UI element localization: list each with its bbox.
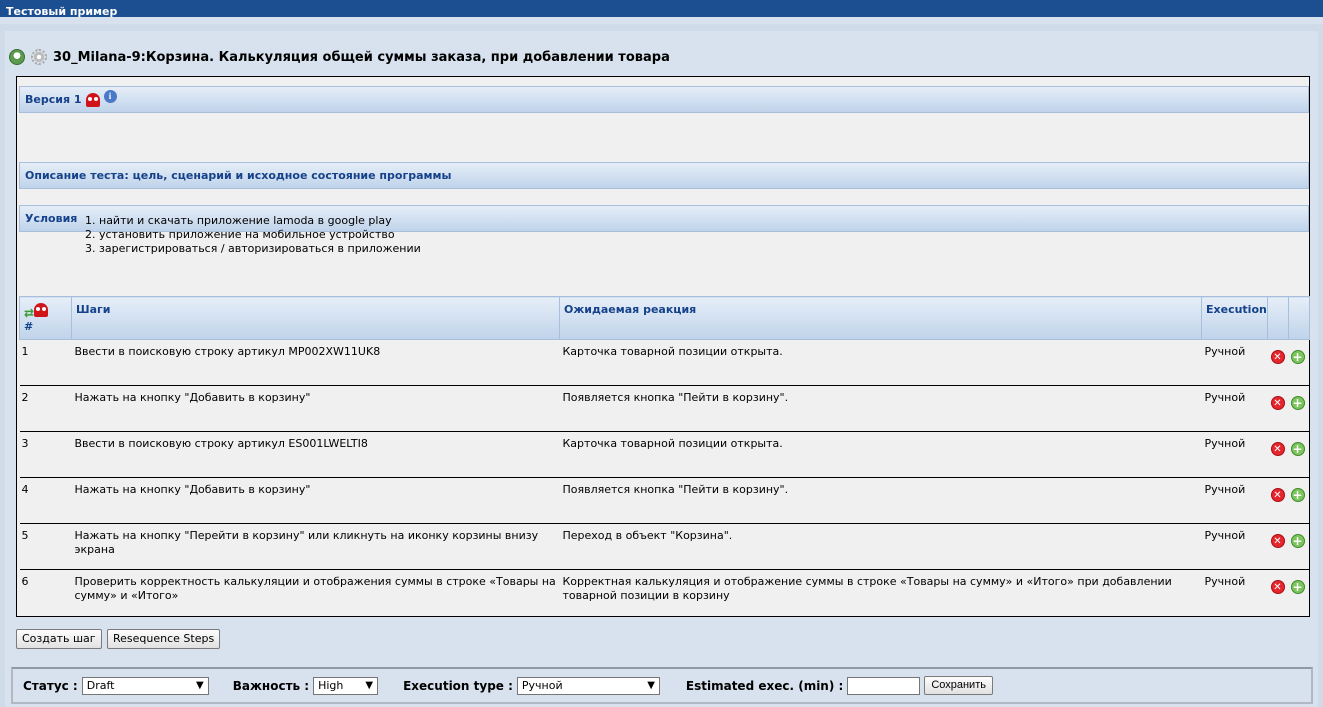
description-title: Описание теста: цель, сценарий и исходно…	[25, 169, 452, 182]
expected-text[interactable]: Карточка товарной позиции открыта.	[559, 431, 1202, 478]
execution-value: Ручной	[1201, 385, 1268, 432]
status-value: Draft	[86, 679, 115, 692]
move-icon[interactable]: ⇄	[24, 306, 34, 320]
add-step-icon[interactable]: +	[1290, 350, 1305, 364]
status-label: Статус :	[23, 678, 78, 693]
test-case-panel: Версия 1 i Описание теста: цель, сценари…	[16, 76, 1310, 617]
condition-item: зарегистрироваться / авторизироваться в …	[99, 242, 421, 256]
conditions-title: Условия	[25, 212, 78, 225]
importance-value: High	[318, 679, 344, 692]
delete-step-icon[interactable]: ✕	[1270, 534, 1285, 548]
ghost-icon[interactable]	[85, 92, 100, 107]
delete-step-icon[interactable]: ✕	[1270, 488, 1285, 502]
execution-value: Ручной	[1201, 523, 1268, 570]
table-row[interactable]: 6 Проверить корректность калькуляции и о…	[20, 570, 1310, 622]
chevron-down-icon: ▼	[365, 680, 374, 691]
expected-text[interactable]: Появляется кнопка "Пейти в корзину".	[559, 385, 1202, 432]
add-step-icon[interactable]: +	[1290, 442, 1305, 456]
steps-table: ⇄ # Шаги Ожидаемая реакция Execution 1 В…	[19, 296, 1310, 622]
version-bar: Версия 1 i	[19, 86, 1309, 113]
resequence-steps-button[interactable]: Resequence Steps	[107, 629, 221, 649]
window-title: Тестовый пример	[6, 5, 118, 18]
execution-header: Execution	[1201, 296, 1268, 340]
table-row[interactable]: 5 Нажать на кнопку "Перейти в корзину" и…	[19, 523, 1310, 570]
condition-item: установить приложение на мобильное устро…	[99, 228, 421, 242]
step-text[interactable]: Ввести в поисковую строку артикул ES001L…	[71, 431, 560, 478]
add-step-icon[interactable]: +	[1290, 580, 1305, 594]
expected-header: Ожидаемая реакция	[559, 296, 1202, 340]
expected-text[interactable]: Переход в объект "Корзина".	[559, 523, 1202, 570]
create-step-button[interactable]: Создать шаг	[16, 629, 102, 649]
step-text[interactable]: Ввести в поисковую строку артикул MP002X…	[71, 339, 560, 386]
save-button[interactable]: Сохранить	[924, 676, 993, 695]
table-row[interactable]: 1 Ввести в поисковую строку артикул MP00…	[19, 339, 1310, 386]
expected-text[interactable]: Появляется кнопка "Пейти в корзину".	[559, 477, 1202, 524]
status-select[interactable]: Draft ▼	[81, 676, 209, 695]
execution-value: Ручной	[1201, 477, 1268, 524]
version-label: Версия 1	[25, 93, 82, 106]
test-header: 30_Milana-9:Корзина. Калькуляция общей с…	[9, 47, 670, 67]
step-num: 1	[19, 339, 72, 386]
step-num: 2	[19, 385, 72, 432]
expected-text[interactable]: Карточка товарной позиции открыта.	[559, 339, 1202, 386]
add-step-icon[interactable]: +	[1290, 488, 1305, 502]
window-title-bar: Тестовый пример	[0, 0, 1323, 24]
gear-icon[interactable]	[31, 49, 47, 65]
add-col-header	[1288, 296, 1310, 340]
delete-step-icon[interactable]: ✕	[1270, 350, 1285, 364]
importance-label: Важность :	[232, 678, 310, 693]
step-num: 3	[19, 431, 72, 478]
info-icon[interactable]: i	[103, 90, 117, 103]
step-num: 5	[19, 523, 72, 570]
table-row[interactable]: 4 Нажать на кнопку "Добавить в корзину" …	[19, 477, 1310, 524]
num-header: ⇄ #	[19, 296, 72, 340]
num-header-label: #	[24, 320, 34, 333]
test-title: 30_Milana-9:Корзина. Калькуляция общей с…	[53, 49, 670, 65]
delete-step-icon[interactable]: ✕	[1270, 396, 1285, 410]
estimated-exec-input[interactable]	[847, 676, 921, 695]
execution-value: Ручной	[1204, 575, 1246, 588]
delete-col-header	[1267, 296, 1289, 340]
step-text[interactable]: Проверить корректность калькуляции и ото…	[72, 570, 560, 622]
execution-type-label: Execution type :	[403, 678, 513, 693]
execution-type-value: Ручной	[521, 679, 563, 692]
steps-header: Шаги	[71, 296, 560, 340]
step-num: 4	[19, 477, 72, 524]
page: 30_Milana-9:Корзина. Калькуляция общей с…	[5, 31, 1318, 707]
add-step-icon[interactable]: +	[1290, 534, 1305, 548]
step-text[interactable]: Нажать на кнопку "Добавить в корзину"	[71, 477, 560, 524]
table-row[interactable]: 3 Ввести в поисковую строку артикул ES00…	[19, 431, 1310, 478]
delete-step-icon[interactable]: ✕	[1270, 580, 1285, 594]
status-toolbar: Статус : Draft ▼ Важность : High ▼ Execu…	[11, 667, 1313, 704]
chevron-down-icon: ▼	[196, 680, 204, 691]
ghost-icon[interactable]	[34, 303, 49, 317]
estimated-exec-label: Estimated exec. (min) :	[685, 678, 844, 693]
description-bar: Описание теста: цель, сценарий и исходно…	[19, 162, 1309, 189]
importance-select[interactable]: High ▼	[313, 676, 379, 695]
execution-value: Ручной	[1201, 431, 1268, 478]
step-text[interactable]: Нажать на кнопку "Добавить в корзину"	[71, 385, 560, 432]
condition-item: найти и скачать приложение lamoda в goog…	[99, 214, 421, 228]
expected-text[interactable]: Корректная калькуляция и отображение сум…	[560, 570, 1202, 622]
step-num: 6	[21, 575, 29, 588]
add-step-icon[interactable]: +	[1290, 396, 1305, 410]
print-icon[interactable]	[9, 49, 25, 65]
table-row[interactable]: 2 Нажать на кнопку "Добавить в корзину" …	[19, 385, 1310, 432]
conditions-list: найти и скачать приложение lamoda в goog…	[87, 214, 421, 256]
execution-type-select[interactable]: Ручной ▼	[516, 676, 660, 695]
execution-value: Ручной	[1201, 339, 1268, 386]
delete-step-icon[interactable]: ✕	[1270, 442, 1285, 456]
chevron-down-icon: ▼	[647, 680, 655, 691]
steps-header-row: ⇄ # Шаги Ожидаемая реакция Execution	[19, 296, 1310, 340]
step-text[interactable]: Нажать на кнопку "Перейти в корзину" или…	[71, 523, 560, 570]
